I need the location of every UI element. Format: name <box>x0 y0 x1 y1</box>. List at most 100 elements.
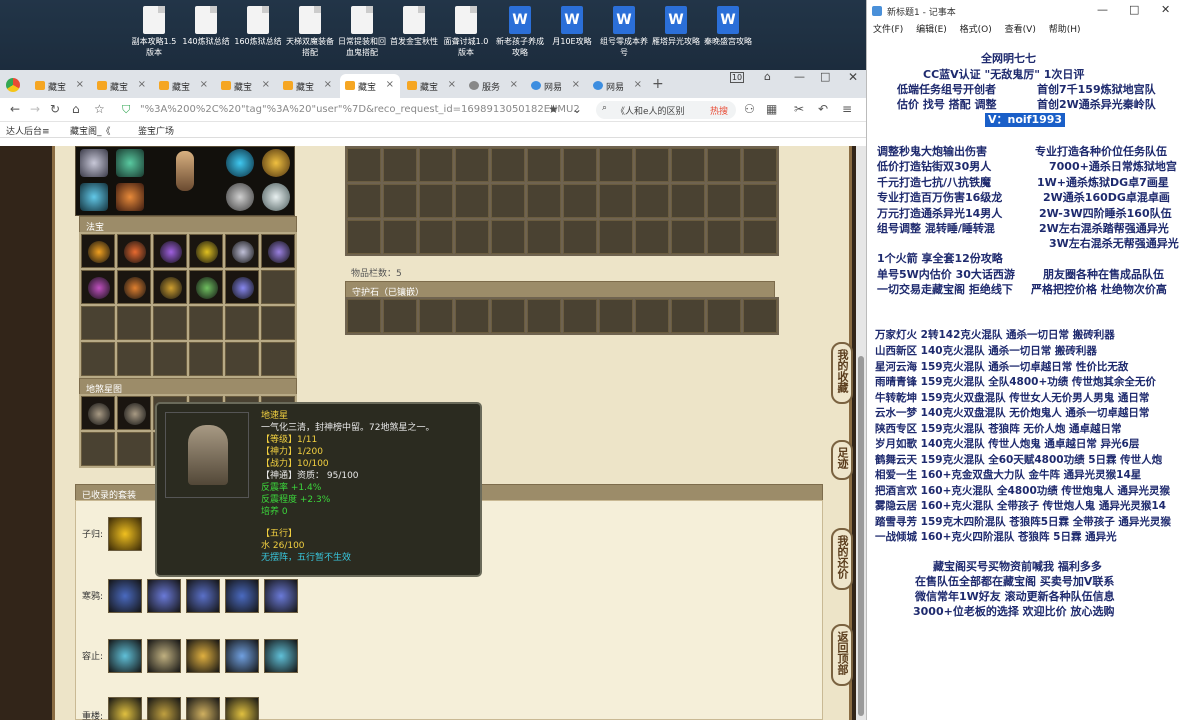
tab[interactable]: 藏宝 × <box>92 74 152 98</box>
menu-file[interactable]: 文件(F) <box>873 25 903 35</box>
bookmark-star-icon[interactable]: ★ <box>548 102 559 116</box>
empty-slot[interactable] <box>635 148 669 182</box>
desktop-icon-word[interactable]: W 雁塔异光攻略 <box>650 6 702 47</box>
empty-slot[interactable] <box>419 299 453 333</box>
close-icon[interactable]: ✕ <box>1161 3 1170 16</box>
close-icon[interactable]: × <box>76 79 84 90</box>
empty-slot[interactable] <box>261 270 295 304</box>
empty-slot[interactable] <box>455 220 489 254</box>
bookmark-item[interactable]: 达人后台≡ <box>6 124 50 137</box>
tab-active[interactable]: 藏宝 × <box>340 74 400 98</box>
item-slot[interactable] <box>81 270 115 304</box>
item-slot[interactable] <box>225 234 259 268</box>
empty-slot[interactable] <box>599 184 633 218</box>
empty-slot[interactable] <box>419 184 453 218</box>
bookmark-item[interactable]: 藏宝阁_《 <box>70 124 111 137</box>
empty-slot[interactable] <box>743 299 777 333</box>
desktop-icon-doc[interactable]: 副本攻略1.5版本 <box>128 6 180 58</box>
empty-slot[interactable] <box>347 184 381 218</box>
my-favorites-button[interactable]: 我的收藏 <box>831 342 853 404</box>
empty-slot[interactable] <box>225 306 259 340</box>
apps-icon[interactable]: ▦ <box>766 102 777 116</box>
item-slot[interactable] <box>153 270 187 304</box>
empty-slot[interactable] <box>347 299 381 333</box>
reload-icon[interactable]: ↻ <box>50 102 60 116</box>
tab[interactable]: 藏宝 × <box>30 74 90 98</box>
empty-slot[interactable] <box>635 184 669 218</box>
footprint-button[interactable]: 足迹 <box>831 440 853 480</box>
set-item[interactable] <box>108 517 142 551</box>
set-item[interactable] <box>186 579 220 613</box>
star-icon[interactable]: ☆ <box>94 102 105 116</box>
empty-slot[interactable] <box>707 184 741 218</box>
set-item[interactable] <box>186 697 220 720</box>
set-item[interactable] <box>108 579 142 613</box>
menu-edit[interactable]: 编辑(E) <box>916 25 947 35</box>
empty-slot[interactable] <box>563 184 597 218</box>
item-slot[interactable] <box>117 270 151 304</box>
close-icon[interactable]: × <box>634 79 642 90</box>
empty-slot[interactable] <box>383 220 417 254</box>
close-icon[interactable]: × <box>138 79 146 90</box>
shirt-icon[interactable]: ⌂ <box>764 70 771 83</box>
new-tab-button[interactable]: + <box>652 76 664 92</box>
empty-slot[interactable] <box>707 148 741 182</box>
empty-slot[interactable] <box>419 220 453 254</box>
set-item[interactable] <box>264 579 298 613</box>
empty-slot[interactable] <box>671 184 705 218</box>
item-slot[interactable] <box>261 234 295 268</box>
equipment-item[interactable] <box>262 183 290 211</box>
undo-icon[interactable]: ↶ <box>818 102 828 116</box>
empty-slot[interactable] <box>491 148 525 182</box>
set-item[interactable] <box>186 639 220 673</box>
desktop-icon-word[interactable]: W 月10E攻略 <box>546 6 598 47</box>
tab-count-badge[interactable]: 10 <box>730 72 744 83</box>
empty-slot[interactable] <box>81 306 115 340</box>
user-icon[interactable]: ⚇ <box>744 102 755 116</box>
empty-slot[interactable] <box>153 342 187 376</box>
equipment-item[interactable] <box>80 183 108 211</box>
tab[interactable]: 藏宝 × <box>402 74 462 98</box>
empty-slot[interactable] <box>491 299 525 333</box>
empty-slot[interactable] <box>261 342 295 376</box>
tab[interactable]: 藏宝 × <box>278 74 338 98</box>
desktop-icon-doc[interactable]: 面聋讨城1.0版本 <box>440 6 492 58</box>
set-item[interactable] <box>264 639 298 673</box>
empty-slot[interactable] <box>189 342 223 376</box>
desktop-icon-word[interactable]: W 秦晚盛宫攻略 <box>702 6 754 47</box>
empty-slot[interactable] <box>383 184 417 218</box>
equipment-item[interactable] <box>116 149 144 177</box>
empty-slot[interactable] <box>491 184 525 218</box>
item-slot[interactable] <box>81 396 115 430</box>
empty-slot[interactable] <box>707 220 741 254</box>
equipment-item[interactable] <box>80 149 108 177</box>
equipment-item[interactable] <box>226 149 254 177</box>
item-slot[interactable] <box>117 396 151 430</box>
close-window-icon[interactable]: ✕ <box>848 70 858 84</box>
empty-slot[interactable] <box>383 148 417 182</box>
empty-slot[interactable] <box>189 306 223 340</box>
empty-slot[interactable] <box>743 220 777 254</box>
empty-slot[interactable] <box>743 184 777 218</box>
item-slot[interactable] <box>117 234 151 268</box>
empty-slot[interactable] <box>599 299 633 333</box>
empty-slot[interactable] <box>599 220 633 254</box>
empty-slot[interactable] <box>671 220 705 254</box>
minimize-icon[interactable]: — <box>1097 3 1108 16</box>
close-icon[interactable]: × <box>262 79 270 90</box>
back-to-top-button[interactable]: 返回顶部 <box>831 624 853 686</box>
menu-format[interactable]: 格式(O) <box>960 25 992 35</box>
equipment-item[interactable] <box>116 183 144 211</box>
equipment-item[interactable] <box>262 149 290 177</box>
desktop-icon-doc[interactable]: 天梯双魔装备搭配 <box>284 6 336 58</box>
empty-slot[interactable] <box>117 306 151 340</box>
tab[interactable]: 网易 × <box>588 74 648 98</box>
close-icon[interactable]: × <box>200 79 208 90</box>
close-icon[interactable]: × <box>324 79 332 90</box>
empty-slot[interactable] <box>81 432 115 466</box>
scrollbar-thumb[interactable] <box>858 356 864 716</box>
item-slot[interactable] <box>189 270 223 304</box>
minimize-icon[interactable]: — <box>794 70 805 83</box>
set-item[interactable] <box>108 697 142 720</box>
empty-slot[interactable] <box>635 220 669 254</box>
